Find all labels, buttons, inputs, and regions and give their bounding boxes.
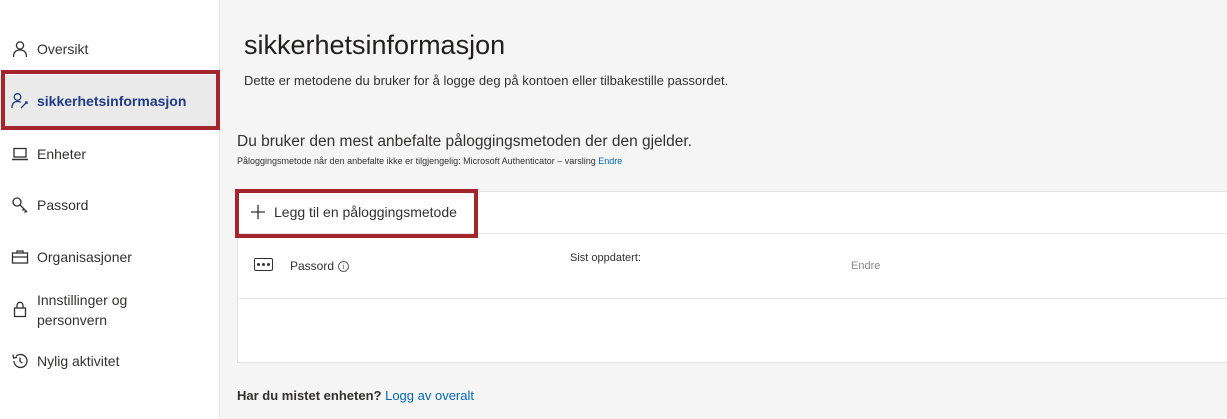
sidebar-item-label-line2: personvern <box>37 312 108 328</box>
default-method-text: Påloggingsmetode når den anbefalte ikke … <box>237 156 622 166</box>
card-divider <box>238 298 1227 299</box>
laptop-icon <box>12 147 28 161</box>
lock-icon <box>13 301 27 318</box>
sidebar-item-organizations[interactable]: Organisasjoner <box>0 242 220 272</box>
info-icon[interactable]: i <box>338 260 350 272</box>
briefcase-icon <box>11 250 29 264</box>
sidebar-item-label: sikkerhetsinformasjon <box>37 93 187 109</box>
sign-out-everywhere-link[interactable]: Logg av overalt <box>385 388 474 403</box>
sidebar-item-recent-activity[interactable]: Nylig aktivitet <box>0 346 220 376</box>
sidebar: Oversikt sikkerhetsinformasjon Enheter P… <box>0 0 220 419</box>
sidebar-item-label: Organisasjoner <box>37 249 132 265</box>
sidebar-item-label: Innstillinger og personvern <box>37 290 127 330</box>
recommended-method-text: Du bruker den mest anbefalte påloggingsm… <box>237 133 692 150</box>
page-description: Dette er metodene du bruker for å logge … <box>244 73 729 88</box>
sidebar-item-overview[interactable]: Oversikt <box>0 34 220 64</box>
password-dots-icon <box>254 258 273 271</box>
lost-device-section: Har du mistet enheten? Logg av overalt <box>237 388 474 403</box>
key-person-icon <box>11 93 28 109</box>
method-row-password: Passord i Sist oppdatert: Endre <box>238 235 1227 299</box>
add-method-button[interactable]: Legg til en påloggingsmetode <box>244 200 463 224</box>
sidebar-item-settings-privacy[interactable]: Innstillinger og personvern <box>0 290 220 330</box>
sidebar-item-label-line1: Innstillinger og <box>37 292 128 308</box>
sidebar-item-devices[interactable]: Enheter <box>0 139 220 169</box>
plus-icon <box>251 205 265 219</box>
last-updated-label: Sist oppdatert: <box>570 252 641 264</box>
sidebar-item-label: Passord <box>37 197 89 213</box>
change-password-link[interactable]: Endre <box>851 260 880 272</box>
history-icon <box>12 353 28 369</box>
method-name: Passord i <box>290 259 350 273</box>
key-icon <box>12 197 28 213</box>
default-method-label: Påloggingsmetode når den anbefalte ikke … <box>237 156 596 166</box>
person-icon <box>12 41 28 58</box>
card-divider <box>238 233 1227 234</box>
sidebar-item-password[interactable]: Passord <box>0 190 220 220</box>
sidebar-item-label: Enheter <box>37 146 87 162</box>
sidebar-item-label: Nylig aktivitet <box>37 353 120 369</box>
sidebar-item-label: Oversikt <box>37 41 89 57</box>
change-default-method-link[interactable]: Endre <box>598 156 622 166</box>
lost-device-question: Har du mistet enheten? <box>237 388 382 403</box>
methods-card: Legg til en påloggingsmetode Passord i S… <box>235 189 1227 363</box>
method-name-label: Passord <box>290 259 335 273</box>
page-title: sikkerhetsinformasjon <box>244 30 506 60</box>
sidebar-item-security-info[interactable]: sikkerhetsinformasjon <box>0 75 220 127</box>
add-method-label: Legg til en påloggingsmetode <box>274 204 457 220</box>
